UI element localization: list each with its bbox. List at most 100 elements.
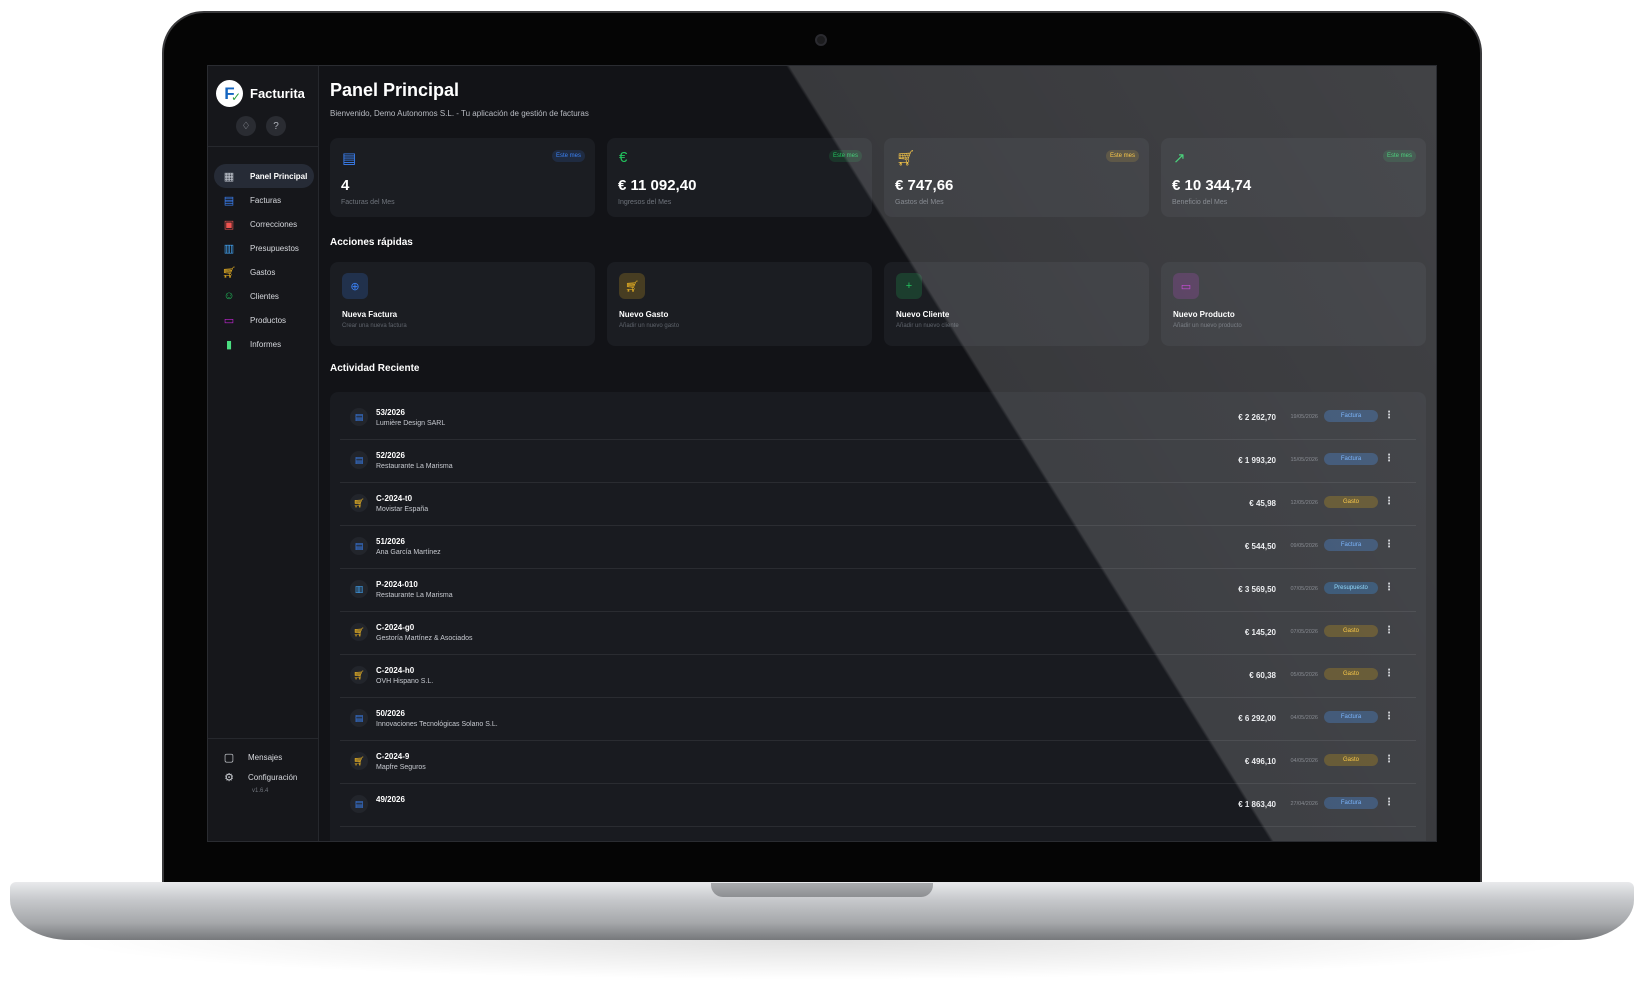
activity-row[interactable]: ▤ 52/2026 Restaurante La Marisma € 1 993,20… [340,439,1416,483]
type-badge: Factura [1324,797,1378,809]
more-options-icon[interactable]: ⋮ [1384,453,1394,464]
corrections-icon: ▣ [223,218,235,231]
stat-label: Facturas del Mes [341,199,395,206]
more-options-icon[interactable]: ⋮ [1384,496,1394,507]
stat-card[interactable]: ↗ Este mes € 10 344,74 Beneficio del Mes [1161,138,1426,217]
sidebar-item-label: Configuración [248,772,298,782]
client-name: Innovaciones Tecnológicas Solano S.L. [376,721,498,728]
activity-row[interactable]: 🛒︎ C-2024-t0 Movistar España € 45,98 12/05/2… [340,482,1416,526]
activity-row[interactable]: ▤ 50/2026 Innovaciones Tecnológicas Solano… [340,697,1416,741]
activity-row[interactable]: ▤ 49/2026 € 1 863,40 27/04/2026 Factura ⋮ [340,783,1416,827]
action-nueva-factura[interactable]: ⊕ Nueva Factura Crear una nueva factura [330,262,595,346]
date: 07/05/2026 [1290,586,1318,592]
date: 04/05/2026 [1290,715,1318,721]
webcam [815,34,827,46]
brand[interactable]: F ✓ Facturita [216,80,305,107]
activity-row[interactable]: 🛒︎ C-2024-h0 OVH Hispano S.L. € 60,38 05/05/… [340,654,1416,698]
activity-row[interactable]: ▤ 53/2026 Lumière Design SARL € 2 262,70 19/… [340,396,1416,440]
quick-actions-title: Acciones rápidas [330,237,413,248]
help-icon[interactable]: ? [266,116,286,136]
period-badge: Este mes [1382,150,1416,162]
sidebar-item-gastos[interactable]: 🛒︎ Gastos [214,260,314,284]
action-nuevo-cliente[interactable]: + Nuevo Cliente Añadir un nuevo cliente [884,262,1149,346]
activity-row[interactable]: 🛒︎ C-2024-9 Mapfre Seguros € 496,10 04/05/20… [340,740,1416,784]
sidebar-item-correcciones[interactable]: ▣ Correcciones [214,212,314,236]
client-name: Mapfre Seguros [376,764,426,771]
sidebar-item-panel-principal[interactable]: ▦ Panel Principal [214,164,314,188]
facturita-logo: F ✓ [216,80,243,107]
action-subtitle: Crear una nueva factura [342,323,407,329]
sidebar-item-presupuestos[interactable]: ▥ Presupuestos [214,236,314,260]
more-options-icon[interactable]: ⋮ [1384,754,1394,765]
laptop-shadow [60,940,1584,980]
app-version: v1.6.4 [252,788,269,794]
more-options-icon[interactable]: ⋮ [1384,711,1394,722]
sidebar-item-configuración[interactable]: ⚙ Configuración [222,767,297,787]
type-badge: Factura [1324,711,1378,723]
amount: € 3 569,50 [1238,585,1276,594]
sidebar-nav: ▦ Panel Principal ▤ Facturas ▣ Correcciones ▥ P… [214,164,314,356]
sidebar-item-clientes[interactable]: ☺ Clientes [214,284,314,308]
amount: € 45,98 [1249,499,1276,508]
action-nuevo-producto[interactable]: ▭ Nuevo Producto Añadir un nuevo producto [1161,262,1426,346]
sidebar-item-informes[interactable]: ▮ Informes [214,332,314,356]
date: 12/05/2026 [1290,500,1318,506]
cart-icon: 🛒︎ [350,752,368,770]
client-name: OVH Hispano S.L. [376,678,434,685]
sidebar-item-label: Presupuestos [250,243,299,253]
document-number: 52/2026 [376,451,405,460]
action-subtitle: Añadir un nuevo cliente [896,323,959,329]
document-number: 53/2026 [376,408,405,417]
date: 27/04/2026 [1290,801,1318,807]
stat-label: Beneficio del Mes [1172,199,1228,206]
client-name: Restaurante La Marisma [376,463,453,470]
client-name: Movistar España [376,506,429,513]
activity-row[interactable]: ▥ P-2024-010 Restaurante La Marisma € 3 569… [340,568,1416,612]
page-subtitle: Bienvenido, Demo Autonomos S.L. - Tu apl… [330,109,589,118]
quote-icon: ▥ [350,580,368,598]
action-title: Nuevo Gasto [619,310,669,319]
stat-card[interactable]: 🛒︎ Este mes € 747,66 Gastos del Mes [884,138,1149,217]
more-options-icon[interactable]: ⋮ [1384,582,1394,593]
type-badge: Gasto [1324,668,1378,680]
more-options-icon[interactable]: ⋮ [1384,797,1394,808]
activity-row[interactable]: ▤ 51/2026 Ana García Martínez € 544,50 09/05… [340,525,1416,569]
sidebar-item-mensajes[interactable]: ▢ Mensajes [222,747,297,767]
divider [208,146,318,147]
more-options-icon[interactable]: ⋮ [1384,668,1394,679]
stat-label: Gastos del Mes [895,199,944,206]
date: 15/05/2026 [1290,457,1318,463]
stat-card[interactable]: € Este mes € 11 092,40 Ingresos del Mes [607,138,872,217]
amount: € 1 993,20 [1238,456,1276,465]
period-badge: Este mes [828,150,862,162]
date: 19/05/2026 [1290,414,1318,420]
sidebar-item-productos[interactable]: ▭ Productos [214,308,314,332]
client-name: Restaurante La Marisma [376,592,453,599]
bell-icon[interactable]: ♢ [236,116,256,136]
type-badge: Factura [1324,539,1378,551]
type-badge: Factura [1324,410,1378,422]
stat-value: 4 [341,177,350,194]
document-number: C-2024-h0 [376,666,415,675]
messages-icon: ▢ [223,751,235,764]
divider [208,738,318,739]
invoice-icon: ▤ [350,451,368,469]
more-options-icon[interactable]: ⋮ [1384,625,1394,636]
euro-icon: € [619,149,628,166]
sidebar-item-facturas[interactable]: ▤ Facturas [214,188,314,212]
trending-up-icon: ↗ [1173,150,1186,167]
amount: € 1 863,40 [1238,800,1276,809]
more-options-icon[interactable]: ⋮ [1384,539,1394,550]
invoice-icon: ▤ [350,408,368,426]
type-badge: Gasto [1324,496,1378,508]
action-nuevo-gasto[interactable]: 🛒︎ Nuevo Gasto Añadir un nuevo gasto [607,262,872,346]
stat-card[interactable]: ▤ Este mes 4 Facturas del Mes [330,138,595,217]
activity-row[interactable]: 🛒︎ C-2024-g0 Gestoría Martínez & Asociados… [340,611,1416,655]
bar-chart-icon: ▮ [225,338,233,351]
document-number: 49/2026 [376,795,405,804]
more-options-icon[interactable]: ⋮ [1384,410,1394,421]
date: 07/05/2026 [1290,629,1318,635]
invoice-icon: ▤ [223,194,235,207]
document-number: C-2024-9 [376,752,410,761]
type-badge: Presupuesto [1324,582,1378,594]
